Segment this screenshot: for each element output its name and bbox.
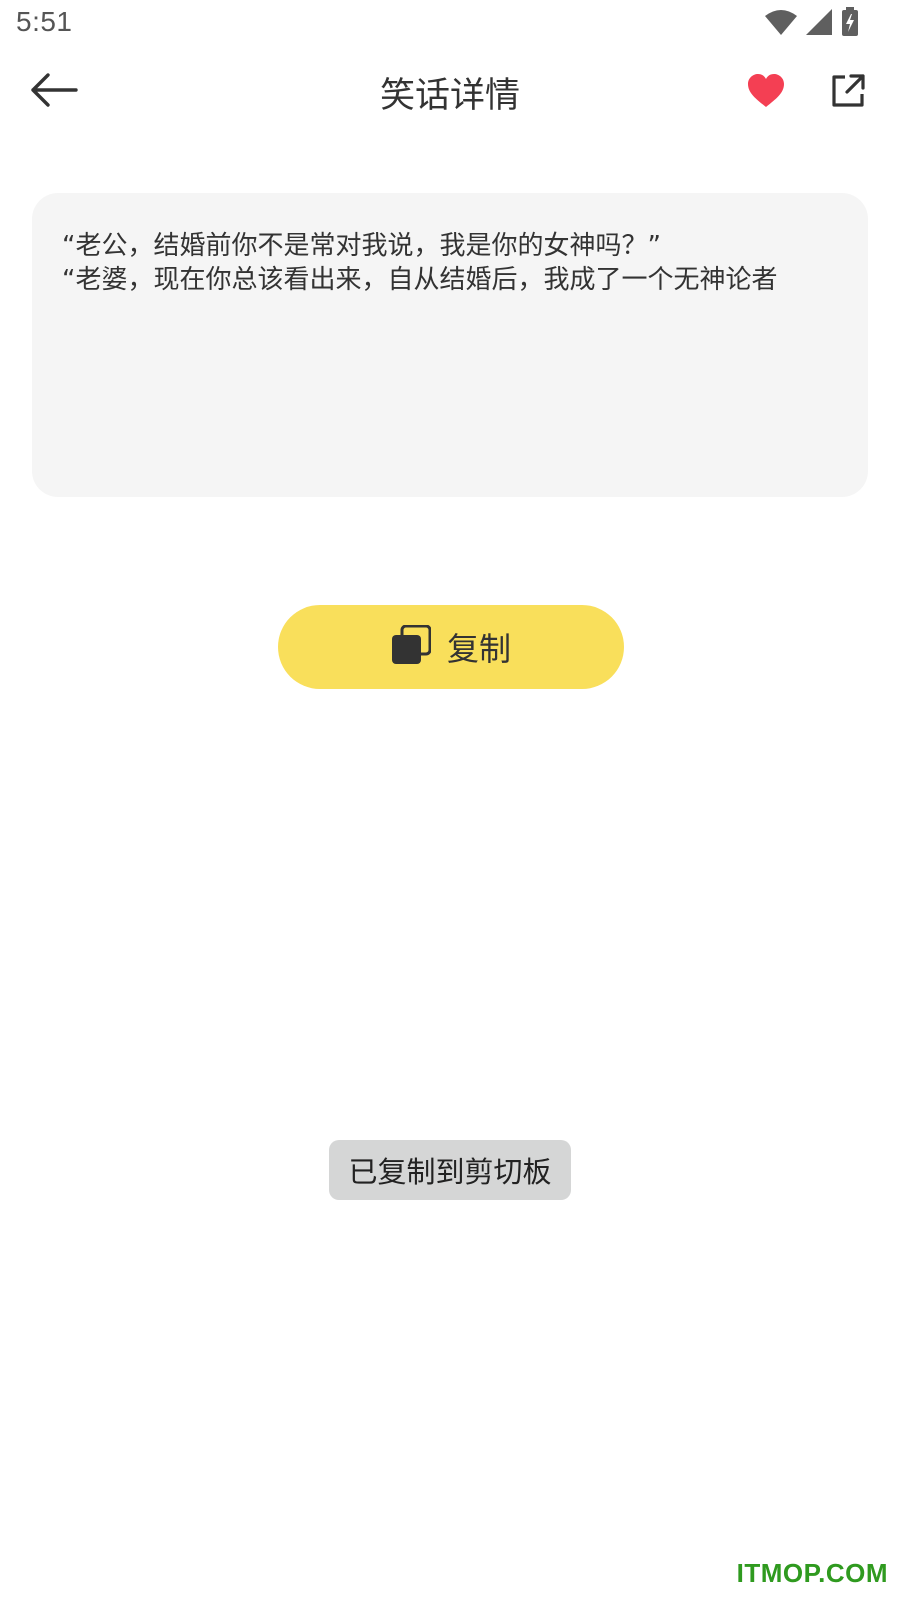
- share-external-icon: [830, 73, 866, 113]
- heart-icon: [747, 74, 785, 112]
- battery-charging-icon: [840, 7, 860, 41]
- signal-icon: [804, 8, 834, 40]
- joke-detail-screen: 5:51 笑话详情 “老公，结婚前你不是常对我说，我是你的女神吗？” “老婆，现…: [0, 0, 900, 1600]
- favorite-button[interactable]: [738, 65, 794, 121]
- status-icons: [764, 7, 860, 41]
- copy-button[interactable]: 复制: [278, 605, 624, 689]
- joke-content-card: “老公，结婚前你不是常对我说，我是你的女神吗？” “老婆，现在你总该看出来，自从…: [32, 193, 868, 497]
- toast-message: 已复制到剪切板: [348, 1155, 552, 1189]
- copy-button-label: 复制: [446, 630, 511, 668]
- copy-icon: [391, 624, 432, 669]
- share-button[interactable]: [820, 65, 876, 121]
- joke-text-line: “老公，结婚前你不是常对我说，我是你的女神吗？”: [62, 231, 661, 261]
- wifi-icon: [764, 8, 798, 40]
- joke-text-line: “老婆，现在你总该看出来，自从结婚后，我成了一个无神论者: [62, 265, 778, 295]
- watermark-logo: ITMOP.COM: [736, 1558, 888, 1588]
- status-bar: 5:51: [0, 0, 900, 50]
- copied-toast: 已复制到剪切板: [329, 1140, 571, 1200]
- status-time: 5:51: [16, 6, 73, 37]
- toolbar: 笑话详情: [0, 55, 900, 130]
